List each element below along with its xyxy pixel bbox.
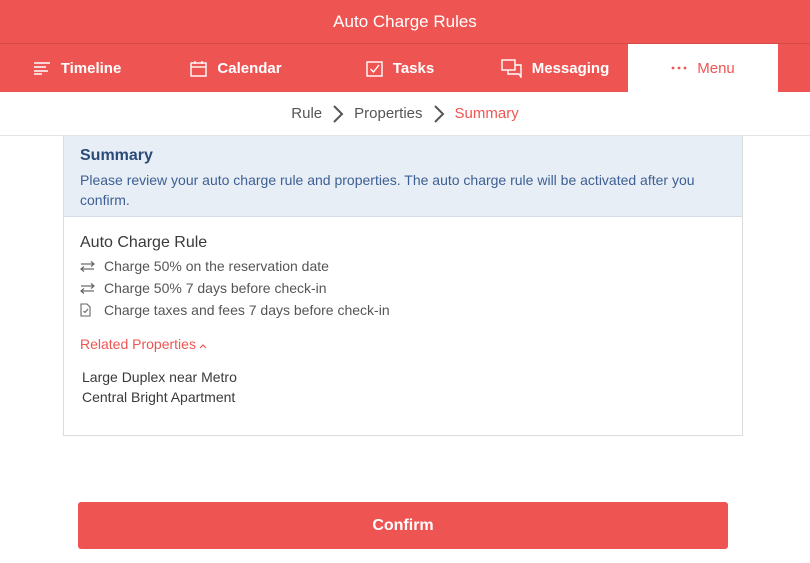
rule-line: Charge 50% on the reservation date	[80, 255, 726, 277]
rule-line: Charge taxes and fees 7 days before chec…	[80, 299, 726, 321]
calendar-icon	[190, 60, 208, 77]
breadcrumb-step-properties[interactable]: Properties	[346, 105, 430, 122]
tab-label: Calendar	[217, 59, 282, 77]
chevron-right-icon	[330, 104, 346, 124]
list-item: Central Bright Apartment	[82, 389, 236, 405]
summary-banner: Summary Please review your auto charge r…	[64, 136, 742, 217]
tab-label: Messaging	[531, 59, 610, 77]
rule-line-text: Charge 50% 7 days before check-in	[104, 280, 327, 296]
rule-line-text: Charge 50% on the reservation date	[104, 258, 329, 274]
tab-tasks[interactable]: Tasks	[318, 44, 482, 92]
summary-card: Summary Please review your auto charge r…	[63, 136, 743, 436]
rule-details: Auto Charge Rule Charge 50% on the reser…	[64, 217, 742, 407]
tab-label: Menu	[697, 59, 735, 77]
tasks-icon	[366, 60, 383, 77]
main-nav: Timeline Calendar Tasks Messaging Menu	[0, 43, 810, 92]
chevron-up-icon	[199, 336, 207, 352]
page-title: Auto Charge Rules	[333, 11, 477, 31]
transfer-icon	[80, 282, 104, 294]
breadcrumb-step-summary: Summary	[454, 105, 519, 122]
tab-timeline[interactable]: Timeline	[0, 44, 154, 92]
tab-label: Timeline	[60, 59, 122, 77]
more-icon	[671, 66, 687, 70]
document-icon	[80, 303, 104, 317]
list-item: Large Duplex near Metro	[82, 369, 237, 385]
related-properties-label: Related Properties	[80, 336, 196, 352]
tab-label: Tasks	[392, 59, 435, 77]
summary-title: Summary	[80, 147, 153, 164]
transfer-icon	[80, 260, 104, 272]
rule-line: Charge 50% 7 days before check-in	[80, 277, 726, 299]
timeline-icon	[33, 61, 51, 75]
tab-menu[interactable]: Menu	[628, 44, 778, 92]
messaging-icon	[501, 58, 522, 78]
app-title-bar: Auto Charge Rules	[0, 0, 810, 43]
confirm-button[interactable]: Confirm	[78, 502, 728, 549]
related-properties-toggle[interactable]: Related Properties	[80, 334, 726, 354]
tab-calendar[interactable]: Calendar	[154, 44, 318, 92]
rule-line-text: Charge taxes and fees 7 days before chec…	[104, 302, 390, 318]
chevron-right-icon	[431, 104, 447, 124]
related-properties-list: Large Duplex near Metro Central Bright A…	[80, 367, 726, 407]
summary-description: Please review your auto charge rule and …	[80, 172, 695, 208]
breadcrumb-step-rule[interactable]: Rule	[283, 105, 330, 122]
tab-messaging[interactable]: Messaging	[482, 44, 628, 92]
breadcrumb: Rule Properties Summary	[0, 92, 810, 136]
rule-title: Auto Charge Rule	[80, 234, 208, 251]
